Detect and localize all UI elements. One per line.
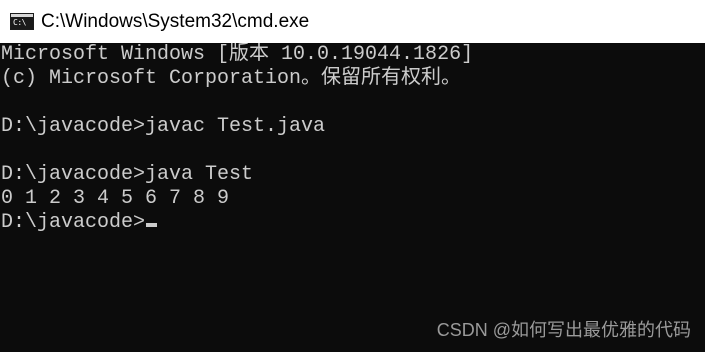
console-line-copyright: (c) Microsoft Corporation。保留所有权利。 [1, 67, 462, 90]
prompt-text: D:\javacode> [1, 211, 146, 234]
icon-bar [11, 14, 33, 17]
watermark: CSDN @如何写出最优雅的代码 [436, 320, 691, 340]
console-line-javac: D:\javacode>javac Test.java [1, 115, 326, 138]
console-line-prompt[interactable]: D:\javacode> [1, 211, 158, 235]
text-cursor [146, 223, 158, 227]
console-output[interactable]: Microsoft Windows [版本 10.0.19044.1826] (… [0, 43, 705, 352]
cmd-window: C:\ C:\Windows\System32\cmd.exe Microsof… [0, 0, 705, 352]
window-title: C:\Windows\System32\cmd.exe [41, 10, 310, 32]
console-line-java: D:\javacode>java Test [1, 163, 254, 186]
console-line-program-output: 0 1 2 3 4 5 6 7 8 9 [1, 187, 230, 210]
icon-prompt-text: C:\ [13, 18, 26, 27]
cmd-console-icon: C:\ [10, 13, 34, 30]
title-bar[interactable]: C:\ C:\Windows\System32\cmd.exe [0, 0, 705, 43]
console-line-version: Microsoft Windows [版本 10.0.19044.1826] [1, 43, 474, 66]
